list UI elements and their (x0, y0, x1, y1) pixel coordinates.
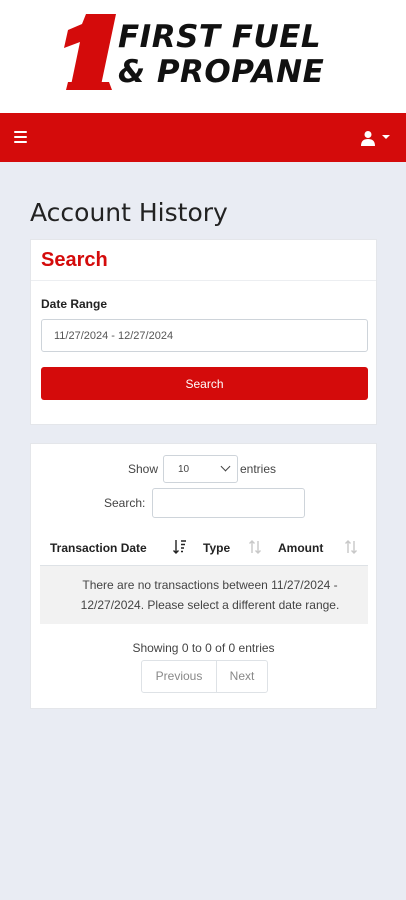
page-length-control: Show 10 entries (31, 455, 376, 483)
table-search-label: Search: (104, 496, 146, 510)
sort-icon[interactable] (344, 539, 358, 555)
entries-per-page-value: 10 (178, 464, 190, 475)
table-header: Transaction Date Type Amount (40, 529, 368, 566)
header-logo-bar: FIRST FUEL & PROPANE (0, 0, 406, 113)
search-card-header: Search (31, 240, 376, 281)
numeral-one-logo-icon (64, 14, 116, 90)
hamburger-icon[interactable] (14, 131, 27, 143)
user-icon (361, 131, 375, 146)
date-range-input[interactable] (41, 319, 368, 352)
entries-label: entries (240, 462, 277, 476)
search-card: Search Date Range Search (30, 239, 377, 425)
previous-page-button[interactable]: Previous (142, 661, 217, 692)
empty-table-message: There are no transactions between 11/27/… (80, 578, 340, 612)
page-title: Account History (30, 198, 228, 227)
brand-logo[interactable]: FIRST FUEL & PROPANE (60, 14, 350, 94)
date-range-label: Date Range (41, 297, 108, 311)
pagination: Previous Next (141, 660, 268, 693)
sort-icon[interactable] (248, 539, 262, 555)
brand-name-line2: & PROPANE (118, 54, 325, 90)
column-header-type[interactable]: Type (203, 541, 230, 555)
caret-down-icon (382, 135, 390, 139)
table-info: Showing 0 to 0 of 0 entries (132, 641, 275, 655)
show-label: Show (128, 462, 159, 476)
table-search-input[interactable] (152, 488, 305, 518)
column-header-amount[interactable]: Amount (278, 541, 323, 555)
transactions-card: Show 10 entries Search: Transaction Date… (30, 443, 377, 709)
search-card-title: Search (41, 249, 108, 271)
next-page-button[interactable]: Next (217, 661, 267, 692)
empty-table-row: There are no transactions between 11/27/… (40, 566, 368, 624)
chevron-down-icon (220, 461, 231, 472)
search-button[interactable]: Search (41, 367, 368, 400)
sort-desc-icon[interactable] (173, 539, 187, 555)
column-header-transaction-date[interactable]: Transaction Date (50, 541, 147, 555)
brand-name-line1: FIRST FUEL (118, 19, 322, 55)
user-menu-toggle[interactable] (360, 128, 392, 148)
top-navbar (0, 113, 406, 162)
entries-per-page-select[interactable]: 10 (163, 455, 238, 483)
